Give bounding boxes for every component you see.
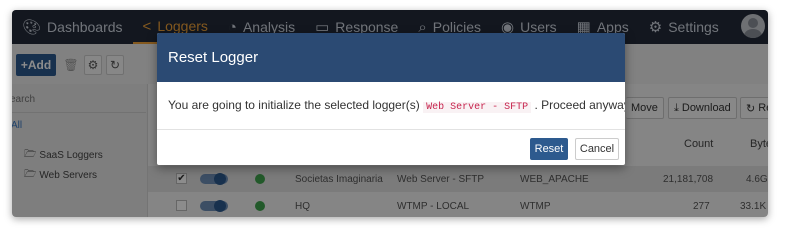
dialog-title: Reset Logger: [157, 33, 625, 82]
app-window: 🎨︎ Dashboards < Loggers ◔ Analysis ▭ Res…: [12, 10, 768, 217]
dialog-message: You are going to initialize the selected…: [157, 82, 625, 130]
message-suffix: . Proceed anyway?: [534, 98, 625, 112]
reset-button[interactable]: Reset: [530, 138, 568, 160]
reset-logger-dialog: Reset Logger You are going to initialize…: [157, 33, 625, 165]
cancel-button[interactable]: Cancel: [575, 138, 619, 160]
logger-code: Web Server - SFTP: [423, 102, 532, 113]
dialog-footer: Reset Cancel: [157, 130, 625, 165]
message-text: You are going to initialize the selected…: [168, 98, 420, 112]
